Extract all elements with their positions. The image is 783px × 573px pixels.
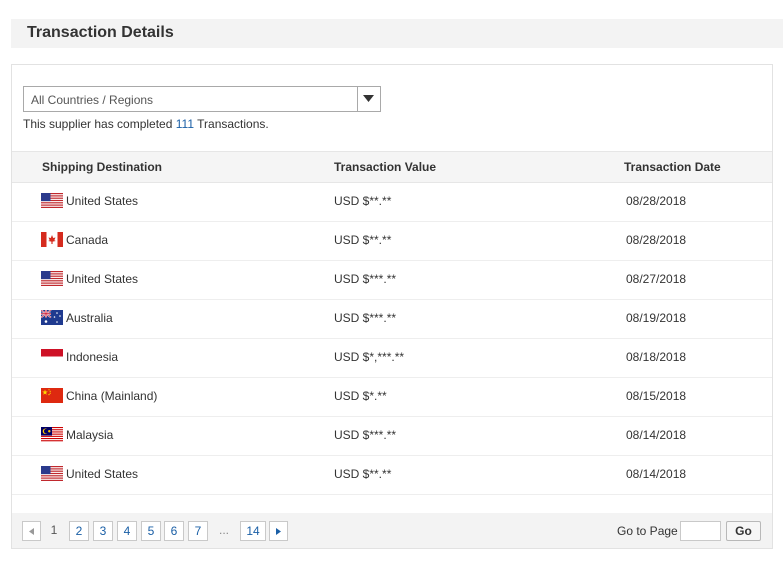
pagination-bar: 1 2 3 4 5 6 7 ... 14 Go to Page Go [12, 513, 772, 548]
table-row: Canada USD $**.** 08/28/2018 [12, 221, 772, 261]
us-flag-icon [41, 271, 63, 286]
us-flag-icon [41, 193, 63, 208]
summary-prefix: This supplier has completed [23, 117, 173, 131]
china-flag-icon [41, 388, 63, 403]
goto-page-label: Go to Page [617, 524, 678, 538]
row-date: 08/28/2018 [626, 194, 687, 208]
column-header-transaction-value: Transaction Value [334, 160, 437, 174]
row-country: China (Mainland) [66, 389, 158, 403]
page-6-button[interactable]: 6 [164, 521, 184, 541]
country-region-select-value: All Countries / Regions [31, 93, 154, 107]
table-header: Shipping Destination Transaction Value T… [12, 151, 772, 183]
transactions-panel: All Countries / Regions This supplier ha… [11, 64, 773, 549]
page-14-button[interactable]: 14 [240, 521, 266, 541]
country-region-select[interactable]: All Countries / Regions [23, 86, 381, 112]
prev-page-button[interactable] [22, 521, 41, 541]
pagination-ellipsis: ... [218, 523, 229, 537]
row-country: United States [66, 194, 139, 208]
page-5-button[interactable]: 5 [141, 521, 161, 541]
transaction-summary: This supplier has completed 111 Transact… [23, 117, 269, 131]
transaction-count: 111 [175, 117, 195, 131]
table-row: United States USD $***.** 08/27/2018 [12, 260, 772, 300]
australia-flag-icon [41, 310, 63, 325]
row-country: Canada [66, 233, 109, 247]
row-country: United States [66, 467, 139, 481]
us-flag-icon [41, 466, 63, 481]
row-country: Malaysia [66, 428, 114, 442]
chevron-right-icon [276, 528, 281, 535]
row-date: 08/15/2018 [626, 389, 687, 403]
row-country: United States [66, 272, 139, 286]
row-country: Australia [66, 311, 113, 325]
row-value: USD $***.** [334, 311, 397, 325]
row-value: USD $**.** [334, 467, 392, 481]
row-value: USD $***.** [334, 272, 397, 286]
row-date: 08/27/2018 [626, 272, 687, 286]
page-4-button[interactable]: 4 [117, 521, 137, 541]
row-date: 08/19/2018 [626, 311, 687, 325]
section-header: Transaction Details [11, 19, 783, 48]
next-page-button[interactable] [269, 521, 288, 541]
row-value: USD $*.** [334, 389, 387, 403]
chevron-left-icon [29, 528, 34, 535]
go-button[interactable]: Go [726, 521, 761, 541]
row-date: 08/14/2018 [626, 428, 687, 442]
row-date: 08/28/2018 [626, 233, 687, 247]
malaysia-flag-icon [41, 427, 63, 442]
row-date: 08/14/2018 [626, 467, 687, 481]
section-title: Transaction Details [27, 24, 174, 41]
row-value: USD $**.** [334, 194, 392, 208]
row-value: USD $*,***.** [334, 350, 405, 364]
row-value: USD $***.** [334, 428, 397, 442]
row-date: 08/18/2018 [626, 350, 687, 364]
page-1-current: 1 [50, 523, 58, 537]
row-country: Indonesia [66, 350, 119, 364]
column-header-transaction-date: Transaction Date [624, 160, 721, 174]
page-2-button[interactable]: 2 [69, 521, 89, 541]
goto-page-input[interactable] [680, 521, 721, 541]
page-7-button[interactable]: 7 [188, 521, 208, 541]
summary-suffix: Transactions. [197, 117, 269, 131]
row-value: USD $**.** [334, 233, 392, 247]
table-row: Indonesia USD $*,***.** 08/18/2018 [12, 338, 772, 378]
table-row: Australia USD $***.** 08/19/2018 [12, 299, 772, 339]
dropdown-arrow-icon[interactable] [357, 87, 380, 111]
page-3-button[interactable]: 3 [93, 521, 113, 541]
column-header-shipping-destination: Shipping Destination [42, 160, 162, 174]
canada-flag-icon [41, 232, 63, 247]
table-row: United States USD $**.** 08/28/2018 [12, 182, 772, 222]
table-row: Malaysia USD $***.** 08/14/2018 [12, 416, 772, 456]
table-row: China (Mainland) USD $*.** 08/15/2018 [12, 377, 772, 417]
table-row: United States USD $**.** 08/14/2018 [12, 455, 772, 495]
indonesia-flag-icon [41, 349, 63, 364]
